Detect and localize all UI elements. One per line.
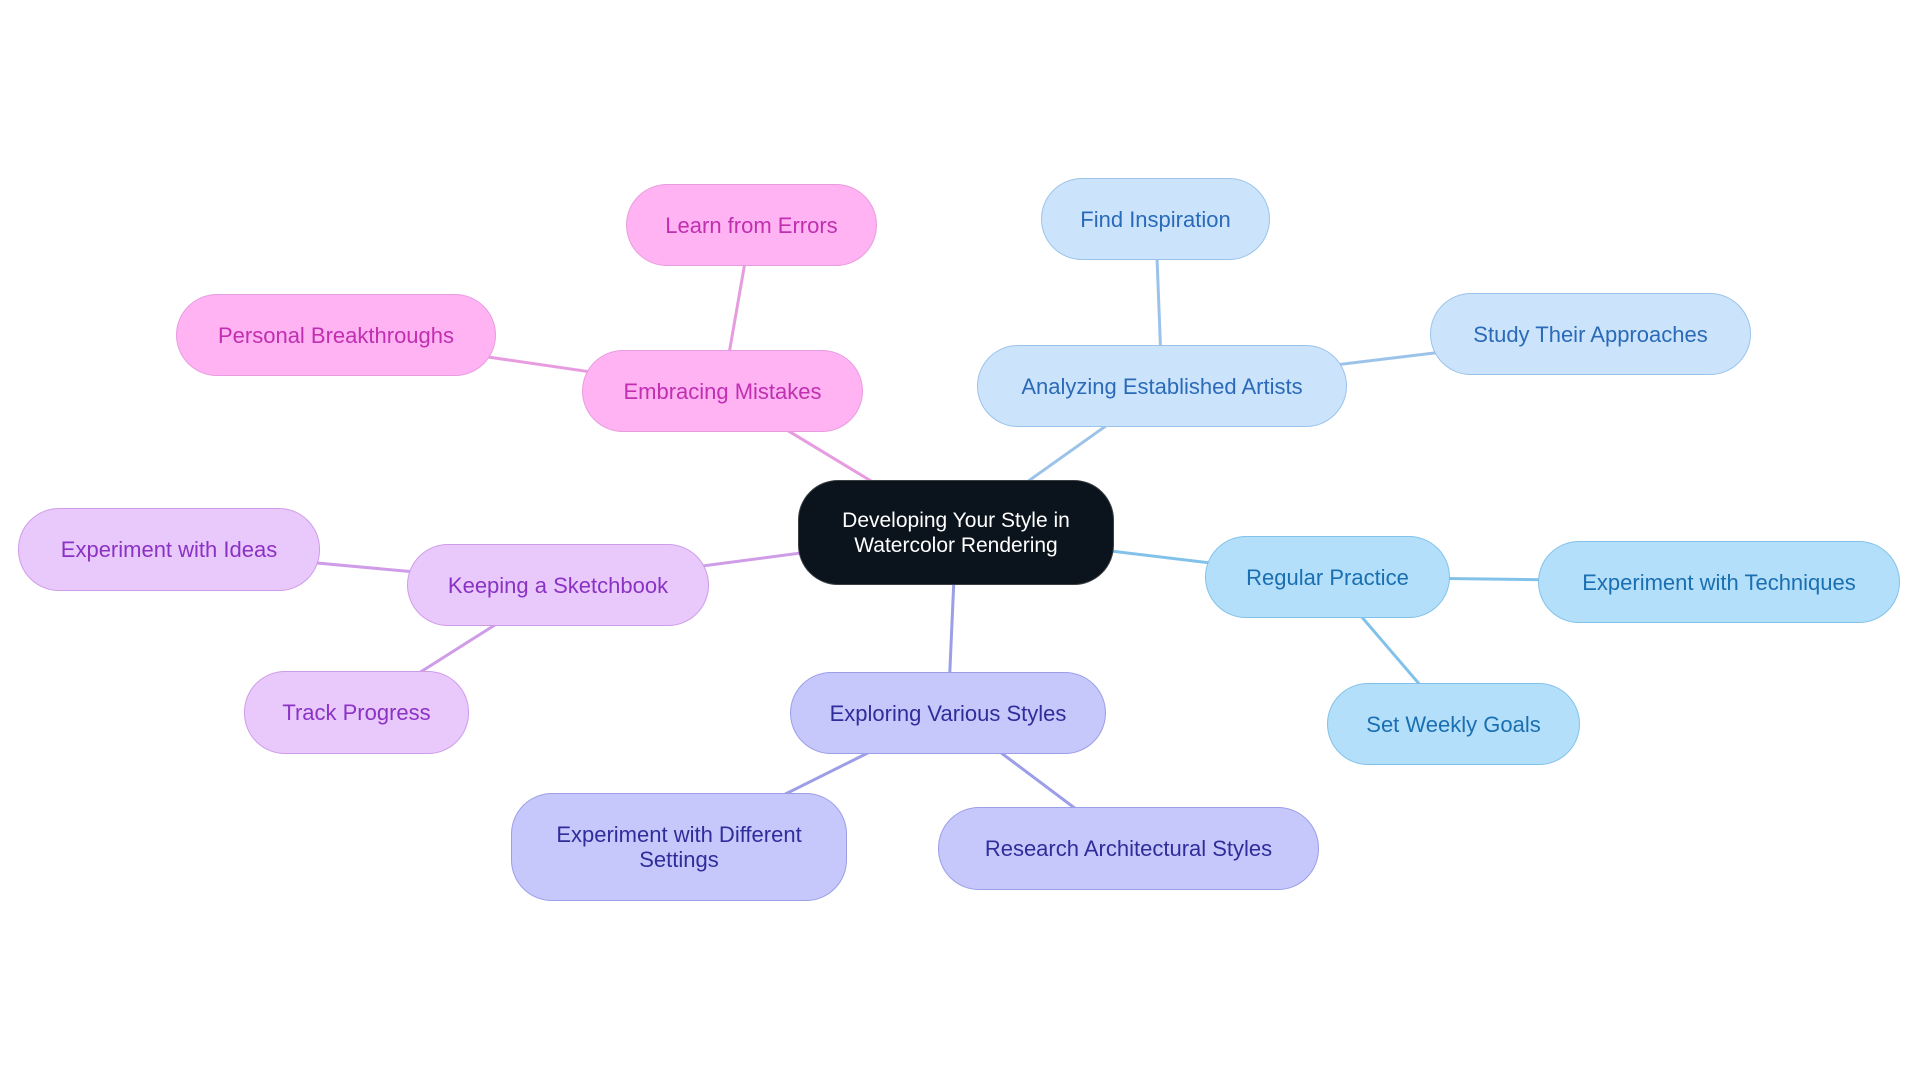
leaf-experiment-with-ideas[interactable]: Experiment with Ideas [18,508,320,591]
branch-embracing-mistakes[interactable]: Embracing Mistakes [582,350,863,432]
branch-analyzing-established-artists[interactable]: Analyzing Established Artists [977,345,1347,427]
leaf-learn-from-errors[interactable]: Learn from Errors [626,184,877,266]
leaf-research-architectural-styles[interactable]: Research Architectural Styles [938,807,1319,890]
branch-keeping-a-sketchbook[interactable]: Keeping a Sketchbook [407,544,709,626]
branch-regular-practice[interactable]: Regular Practice [1205,536,1450,618]
leaf-find-inspiration[interactable]: Find Inspiration [1041,178,1270,260]
branch-exploring-various-styles[interactable]: Exploring Various Styles [790,672,1106,754]
root-node[interactable]: Developing Your Style in Watercolor Rend… [798,480,1114,585]
leaf-track-progress[interactable]: Track Progress [244,671,469,754]
leaf-experiment-with-different-settings[interactable]: Experiment with Different Settings [511,793,847,901]
leaf-study-their-approaches[interactable]: Study Their Approaches [1430,293,1751,375]
leaf-experiment-with-techniques[interactable]: Experiment with Techniques [1538,541,1900,623]
leaf-personal-breakthroughs[interactable]: Personal Breakthroughs [176,294,496,376]
leaf-set-weekly-goals[interactable]: Set Weekly Goals [1327,683,1580,765]
